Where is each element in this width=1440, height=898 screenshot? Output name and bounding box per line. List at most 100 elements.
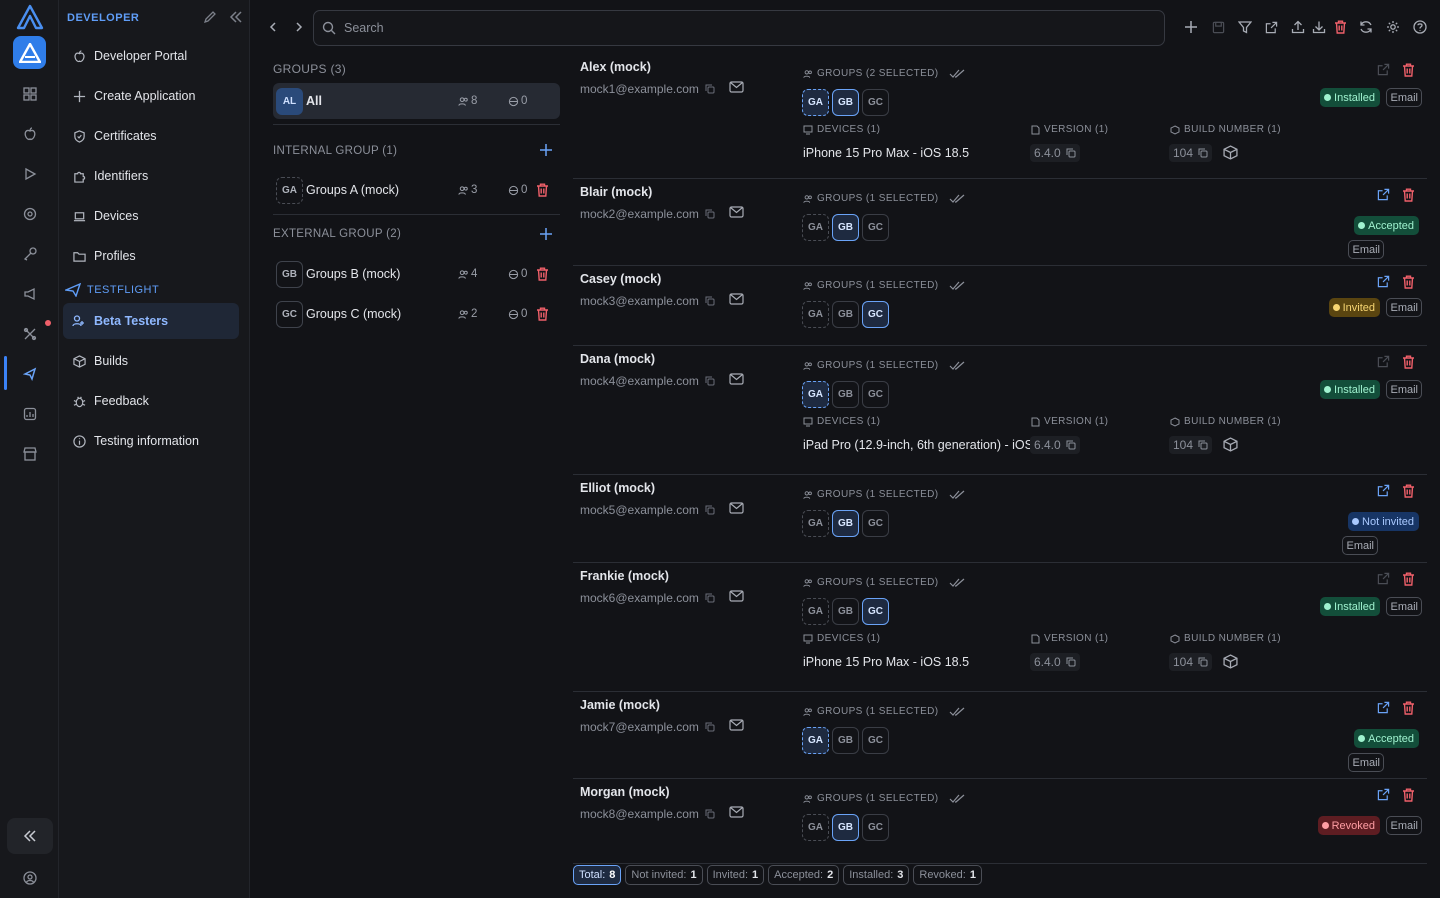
- group-chip-gb[interactable]: GB: [832, 301, 859, 328]
- sidebar-item-identifiers[interactable]: Identifiers: [63, 158, 239, 194]
- group-chip-gb[interactable]: GB: [832, 214, 859, 241]
- mail-icon[interactable]: [729, 293, 744, 305]
- email-button[interactable]: Email: [1348, 240, 1384, 259]
- check-all-icon[interactable]: [949, 361, 965, 371]
- mail-icon[interactable]: [729, 502, 744, 514]
- open-external-icon[interactable]: [1377, 701, 1390, 715]
- check-all-icon[interactable]: [949, 281, 965, 291]
- apple-icon[interactable]: [18, 122, 42, 146]
- mail-icon[interactable]: [729, 81, 744, 93]
- delete-tester-icon[interactable]: [1402, 275, 1415, 289]
- download-icon[interactable]: [1310, 18, 1328, 36]
- group-chip-gc[interactable]: GC: [862, 214, 889, 241]
- filter-icon[interactable]: [1236, 18, 1254, 36]
- copy-icon[interactable]: [1066, 657, 1076, 667]
- group-chip-ga[interactable]: GA: [802, 510, 829, 537]
- add-internal-group-icon[interactable]: [539, 143, 553, 157]
- group-row-a[interactable]: GA Groups A (mock) 3 0: [273, 172, 560, 208]
- check-all-icon[interactable]: [949, 490, 965, 500]
- copy-icon[interactable]: [1066, 148, 1076, 158]
- sidebar-item-testing-information[interactable]: Testing information: [63, 423, 239, 459]
- group-chip-ga[interactable]: GA: [802, 89, 829, 116]
- open-external-icon[interactable]: [1262, 18, 1280, 36]
- total-chip[interactable]: Accepted: 2: [768, 865, 840, 885]
- delete-group-icon[interactable]: [536, 307, 549, 321]
- group-chip-gb[interactable]: GB: [832, 381, 859, 408]
- delete-tester-icon[interactable]: [1402, 63, 1415, 77]
- group-row-b[interactable]: GB Groups B (mock) 4 0: [273, 256, 560, 292]
- group-chip-ga[interactable]: GA: [802, 727, 829, 754]
- open-external-icon[interactable]: [1377, 188, 1390, 202]
- cube-icon[interactable]: [1223, 437, 1238, 452]
- group-chip-gc[interactable]: GC: [862, 727, 889, 754]
- save-icon[interactable]: [1209, 18, 1227, 36]
- total-chip[interactable]: Revoked: 1: [913, 865, 982, 885]
- add-icon[interactable]: [1182, 18, 1200, 36]
- store-icon[interactable]: [18, 442, 42, 466]
- group-row-c[interactable]: GC Groups C (mock) 2 0: [273, 296, 560, 332]
- open-external-icon[interactable]: [1377, 484, 1390, 498]
- group-chip-ga[interactable]: GA: [802, 598, 829, 625]
- copy-icon[interactable]: [1198, 148, 1208, 158]
- sidebar-item-beta-testers[interactable]: Beta Testers: [63, 303, 239, 339]
- check-all-icon[interactable]: [949, 194, 965, 204]
- collapse-sidebar-icon[interactable]: [229, 10, 243, 24]
- check-all-icon[interactable]: [949, 707, 965, 717]
- copy-icon[interactable]: [705, 809, 715, 819]
- delete-icon[interactable]: [1331, 18, 1349, 36]
- group-chip-gc[interactable]: GC: [862, 381, 889, 408]
- key-icon[interactable]: [18, 242, 42, 266]
- open-external-icon[interactable]: [1377, 63, 1390, 77]
- collapse-rail-button[interactable]: [7, 818, 53, 854]
- email-button[interactable]: Email: [1348, 753, 1384, 772]
- group-chip-ga[interactable]: GA: [802, 814, 829, 841]
- copy-icon[interactable]: [705, 209, 715, 219]
- total-chip[interactable]: Invited: 1: [706, 865, 765, 885]
- add-external-group-icon[interactable]: [539, 227, 553, 241]
- sidebar-item-certificates[interactable]: Certificates: [63, 118, 239, 154]
- copy-icon[interactable]: [705, 593, 715, 603]
- open-external-icon[interactable]: [1377, 788, 1390, 802]
- group-chip-gc[interactable]: GC: [862, 510, 889, 537]
- tools-icon[interactable]: [18, 322, 42, 346]
- group-chip-gc[interactable]: GC: [862, 814, 889, 841]
- delete-tester-icon[interactable]: [1402, 788, 1415, 802]
- group-chip-gb[interactable]: GB: [832, 598, 859, 625]
- check-all-icon[interactable]: [949, 794, 965, 804]
- open-external-icon[interactable]: [1377, 275, 1390, 289]
- copy-icon[interactable]: [705, 376, 715, 386]
- copy-icon[interactable]: [705, 84, 715, 94]
- sidebar-item-create-application[interactable]: Create Application: [63, 78, 239, 114]
- group-chip-gb[interactable]: GB: [832, 510, 859, 537]
- email-button[interactable]: Email: [1386, 380, 1422, 399]
- group-chip-gb[interactable]: GB: [832, 89, 859, 116]
- group-chip-gb[interactable]: GB: [832, 814, 859, 841]
- group-chip-gc[interactable]: GC: [862, 598, 889, 625]
- email-button[interactable]: Email: [1386, 298, 1422, 317]
- copy-icon[interactable]: [705, 722, 715, 732]
- grid-icon[interactable]: [18, 82, 42, 106]
- delete-tester-icon[interactable]: [1402, 484, 1415, 498]
- email-button[interactable]: Email: [1342, 536, 1378, 555]
- cube-icon[interactable]: [1223, 145, 1238, 160]
- account-icon[interactable]: [18, 866, 42, 890]
- help-icon[interactable]: [1411, 18, 1429, 36]
- group-chip-ga[interactable]: GA: [802, 301, 829, 328]
- play-icon[interactable]: [18, 162, 42, 186]
- email-button[interactable]: Email: [1386, 88, 1422, 107]
- copy-icon[interactable]: [1198, 657, 1208, 667]
- total-chip[interactable]: Total: 8: [573, 865, 622, 885]
- upload-icon[interactable]: [1289, 18, 1307, 36]
- copy-icon[interactable]: [705, 505, 715, 515]
- mail-icon[interactable]: [729, 806, 744, 818]
- group-chip-gc[interactable]: GC: [862, 89, 889, 116]
- delete-group-icon[interactable]: [536, 183, 549, 197]
- total-chip[interactable]: Not invited: 1: [625, 865, 703, 885]
- delete-group-icon[interactable]: [536, 267, 549, 281]
- mail-icon[interactable]: [729, 719, 744, 731]
- email-button[interactable]: Email: [1386, 816, 1422, 835]
- delete-tester-icon[interactable]: [1402, 701, 1415, 715]
- check-all-icon[interactable]: [949, 578, 965, 588]
- copy-icon[interactable]: [1066, 440, 1076, 450]
- group-row-all[interactable]: AL All 8 0: [273, 83, 560, 119]
